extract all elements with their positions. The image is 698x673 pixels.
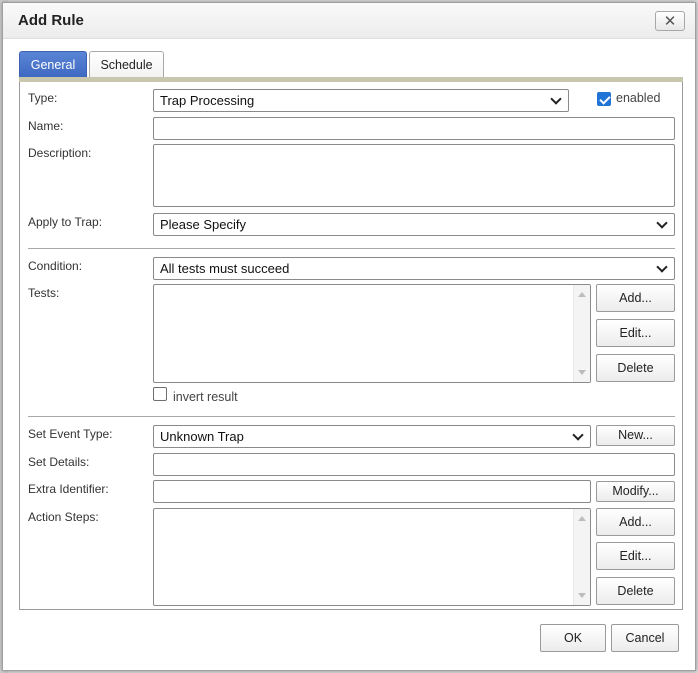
set-details-input[interactable] [153, 453, 675, 476]
action-steps-list[interactable] [153, 508, 591, 606]
set-details-label: Set Details: [28, 455, 90, 469]
apply-to-trap-value: Please Specify [160, 217, 246, 232]
action-steps-scrollbar[interactable] [573, 509, 590, 605]
modify-extra-identifier-button[interactable]: Modify... [596, 481, 675, 502]
scroll-down-icon[interactable] [578, 593, 586, 598]
cancel-button[interactable]: Cancel [611, 624, 679, 652]
description-textarea[interactable] [153, 144, 675, 207]
tests-scrollbar[interactable] [573, 285, 590, 382]
tab-general[interactable]: General [19, 51, 87, 78]
name-label: Name: [28, 119, 64, 133]
extra-identifier-input[interactable] [153, 480, 591, 503]
tests-label: Tests: [28, 286, 60, 300]
invert-result-label: invert result [173, 390, 238, 404]
invert-result-checkbox[interactable] [153, 387, 167, 401]
event-type-select[interactable]: Unknown Trap [153, 425, 591, 448]
apply-to-trap-select[interactable]: Please Specify [153, 213, 675, 236]
new-event-type-button[interactable]: New... [596, 425, 675, 446]
tests-edit-button[interactable]: Edit... [596, 319, 675, 347]
close-icon: ✕ [663, 13, 677, 30]
section-divider [28, 248, 675, 249]
set-event-type-label: Set Event Type: [28, 427, 113, 441]
event-type-value: Unknown Trap [160, 429, 244, 444]
actions-delete-button[interactable]: Delete [596, 577, 675, 605]
tab-schedule[interactable]: Schedule [89, 51, 164, 78]
chevron-down-icon [656, 217, 668, 229]
chevron-down-icon [550, 93, 562, 105]
condition-label: Condition: [28, 259, 83, 273]
scroll-up-icon[interactable] [578, 516, 586, 521]
chevron-down-icon [572, 429, 584, 441]
description-label: Description: [28, 146, 92, 160]
type-select[interactable]: Trap Processing [153, 89, 569, 112]
type-select-value: Trap Processing [160, 93, 255, 108]
condition-select[interactable]: All tests must succeed [153, 257, 675, 280]
enabled-checkbox[interactable] [597, 92, 611, 106]
tests-list[interactable] [153, 284, 591, 383]
ok-button[interactable]: OK [540, 624, 606, 652]
action-steps-label: Action Steps: [28, 510, 99, 524]
extra-identifier-label: Extra Identifier: [28, 482, 109, 496]
chevron-down-icon [656, 261, 668, 273]
general-panel: Type: Trap Processing enabled Name: Desc… [19, 82, 683, 610]
section-divider [28, 416, 675, 417]
dialog-titlebar: Add Rule ✕ [3, 3, 695, 39]
type-label: Type: [28, 91, 58, 105]
enabled-label: enabled [616, 91, 661, 105]
tests-delete-button[interactable]: Delete [596, 354, 675, 382]
apply-to-trap-label: Apply to Trap: [28, 215, 103, 229]
name-input[interactable] [153, 117, 675, 140]
actions-add-button[interactable]: Add... [596, 508, 675, 536]
close-button[interactable]: ✕ [655, 11, 685, 31]
actions-edit-button[interactable]: Edit... [596, 542, 675, 570]
dialog-title: Add Rule [18, 12, 84, 29]
condition-value: All tests must succeed [160, 261, 290, 276]
scroll-up-icon[interactable] [578, 292, 586, 297]
tests-add-button[interactable]: Add... [596, 284, 675, 312]
scroll-down-icon[interactable] [578, 370, 586, 375]
add-rule-dialog: Add Rule ✕ General Schedule Type: Trap P… [2, 2, 696, 671]
